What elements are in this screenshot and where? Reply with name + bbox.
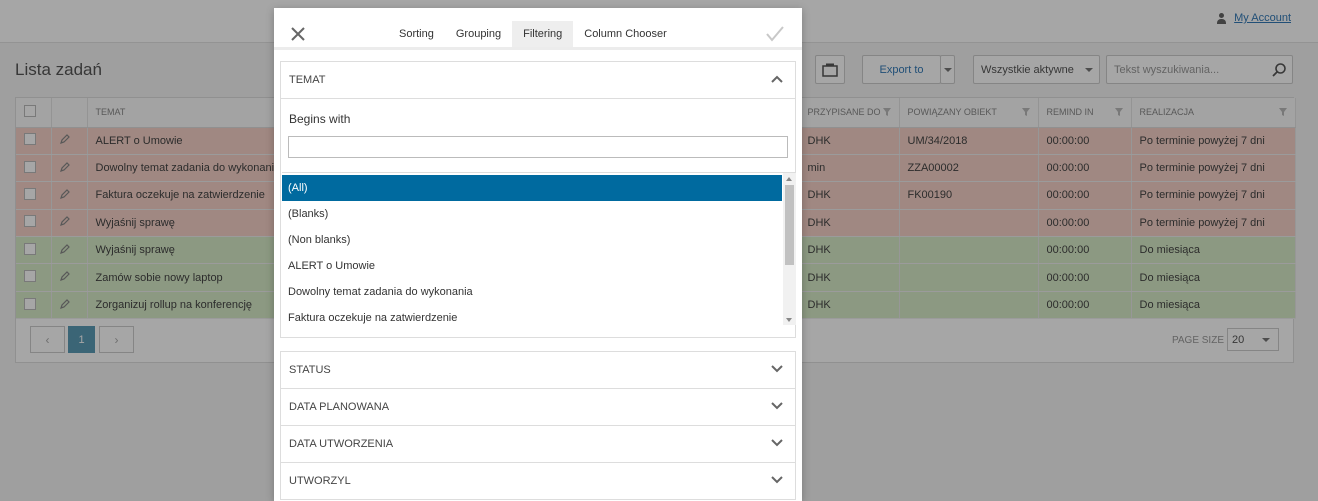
list-scrollbar[interactable] — [783, 173, 796, 325]
section-title: TEMAT — [289, 74, 326, 86]
tab-column-chooser[interactable]: Column Chooser — [573, 21, 678, 47]
section-header-data-planowana[interactable]: DATA PLANOWANA — [281, 389, 795, 425]
filter-option[interactable]: Faktura oczekuje na zatwierdzenie — [282, 305, 782, 325]
filter-option[interactable]: ALERT o Umowie — [282, 253, 782, 279]
scroll-up-icon[interactable] — [786, 177, 792, 181]
close-icon[interactable] — [289, 25, 307, 43]
filter-option[interactable]: Dowolny temat zadania do wykonania — [282, 279, 782, 305]
section-header-data-utworzenia[interactable]: DATA UTWORZENIA — [281, 426, 795, 462]
filter-option[interactable]: (Blanks) — [282, 201, 782, 227]
section-title: DATA UTWORZENIA — [289, 438, 394, 450]
tab-filtering[interactable]: Filtering — [512, 21, 574, 47]
begins-with-input[interactable] — [288, 136, 788, 158]
tab-grouping[interactable]: Grouping — [445, 21, 512, 47]
filter-option[interactable]: (All) — [282, 175, 782, 201]
begins-with-label: Begins with — [289, 112, 351, 126]
filter-section-utworzyl[interactable]: UTWORZYL — [280, 462, 796, 500]
section-body-temat — [281, 98, 795, 99]
scroll-down-icon[interactable] — [786, 318, 792, 322]
chevron-down-icon[interactable] — [771, 402, 783, 410]
tabs-divider — [274, 47, 802, 50]
section-header-utworzyl[interactable]: UTWORZYL — [281, 463, 795, 499]
chevron-up-icon[interactable] — [771, 75, 783, 83]
filter-section-data-utworzenia[interactable]: DATA UTWORZENIA — [280, 425, 796, 463]
filter-section-status[interactable]: STATUS — [280, 351, 796, 389]
filter-section-temat: TEMAT Begins with (All) (Blanks) (Non blan… — [280, 61, 796, 338]
section-header-temat[interactable]: TEMAT — [281, 62, 795, 98]
filter-values-list[interactable]: (All) (Blanks) (Non blanks) ALERT o Umowie D… — [282, 172, 796, 325]
checkmark-icon[interactable] — [765, 25, 785, 43]
chevron-down-icon[interactable] — [771, 476, 783, 484]
dialog-tabs: Sorting Grouping Filtering Column Choose… — [388, 21, 678, 48]
customize-grid-dialog: Sorting Grouping Filtering Column Choose… — [274, 8, 802, 501]
scroll-thumb[interactable] — [785, 185, 794, 265]
section-title: STATUS — [289, 364, 331, 376]
chevron-down-icon[interactable] — [771, 365, 783, 373]
section-title: UTWORZYL — [289, 475, 351, 487]
filter-section-data-planowana[interactable]: DATA PLANOWANA — [280, 388, 796, 426]
chevron-down-icon[interactable] — [771, 439, 783, 447]
section-title: DATA PLANOWANA — [289, 401, 390, 413]
filter-option[interactable]: (Non blanks) — [282, 227, 782, 253]
tab-sorting[interactable]: Sorting — [388, 21, 445, 47]
section-header-status[interactable]: STATUS — [281, 352, 795, 388]
